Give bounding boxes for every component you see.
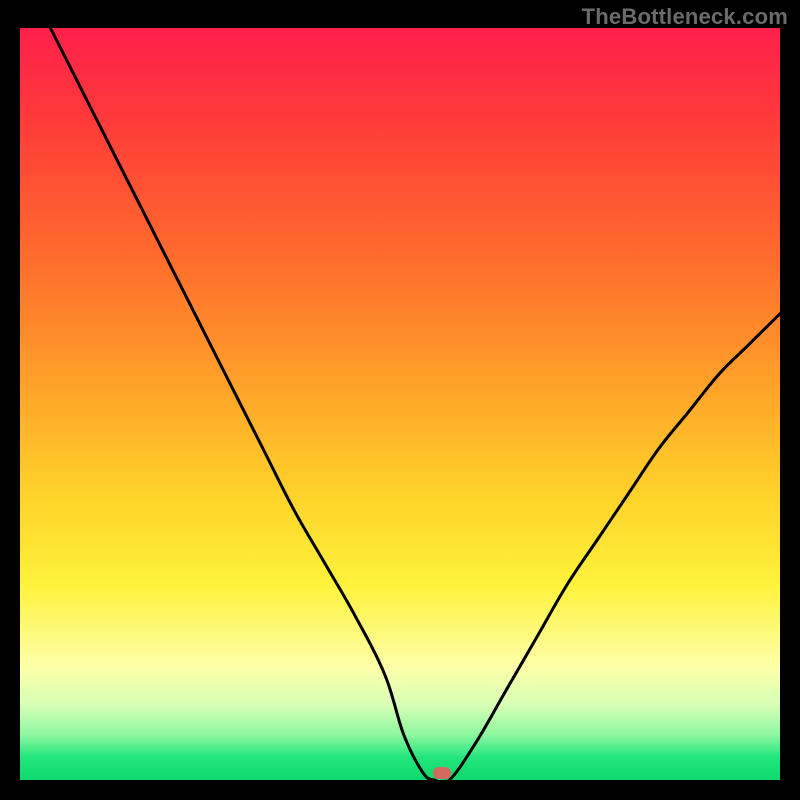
plot-area: [20, 28, 780, 780]
optimum-marker: [433, 767, 451, 779]
chart-frame: TheBottleneck.com: [0, 0, 800, 800]
watermark-label: TheBottleneck.com: [582, 4, 788, 30]
bottleneck-curve: [20, 28, 780, 780]
